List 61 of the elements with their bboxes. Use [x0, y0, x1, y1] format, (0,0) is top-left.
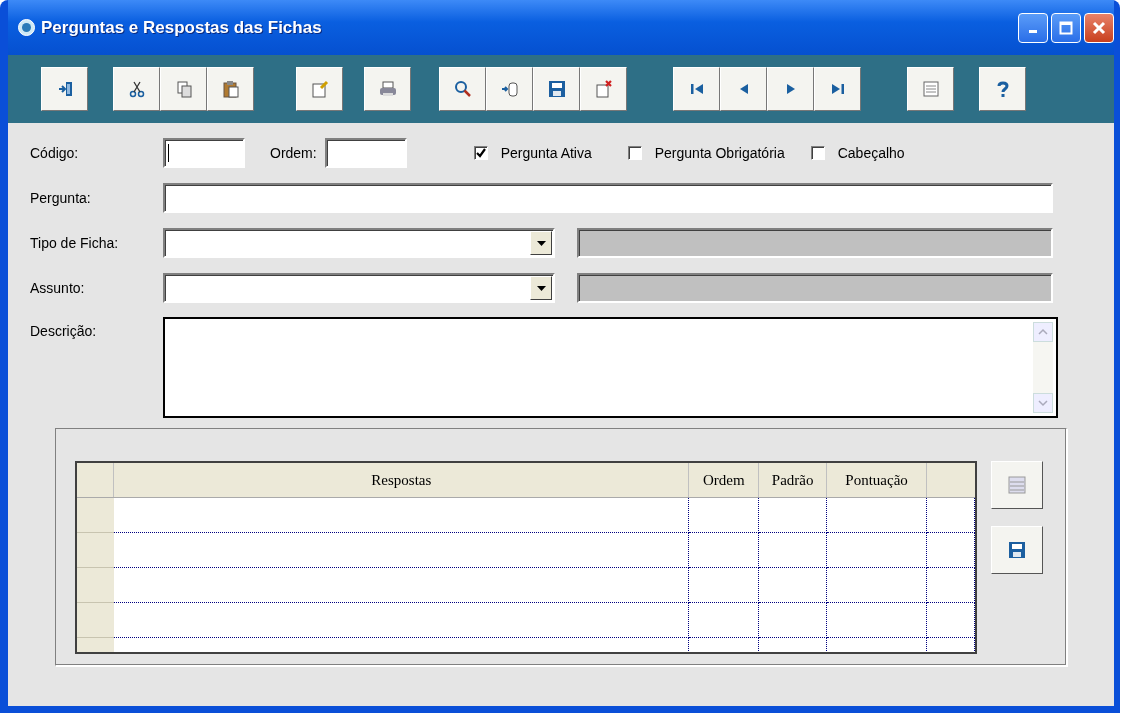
question-field[interactable] — [163, 183, 1053, 213]
field-label: Pergunta: — [30, 188, 92, 208]
floppy-disk-button[interactable] — [533, 67, 580, 111]
close-button[interactable] — [1084, 12, 1114, 43]
checkbox-label[interactable]: Pergunta Obrigatória — [654, 142, 785, 164]
checkbox[interactable] — [627, 146, 642, 160]
clipboard-icon — [221, 80, 240, 98]
minimize-icon — [1029, 30, 1037, 33]
dropdown-arrow-icon — [536, 240, 546, 246]
list-icon — [1008, 476, 1026, 494]
form-type-dropdown[interactable] — [163, 228, 555, 258]
answers-grid[interactable]: Respostas Ordem Padrão Pontuação — [75, 461, 977, 654]
dropdown-arrow-icon — [536, 285, 546, 291]
checkbox-label[interactable]: Cabeçalho — [837, 142, 905, 164]
maximize-button[interactable] — [1051, 12, 1081, 43]
printer-button[interactable] — [364, 67, 411, 111]
edit-document-icon — [310, 80, 329, 98]
scissors-icon — [127, 80, 146, 98]
search-button[interactable] — [439, 67, 486, 111]
import-icon — [500, 80, 519, 98]
delete-document-icon — [594, 80, 613, 98]
save-button[interactable] — [991, 526, 1043, 574]
copy-button[interactable] — [160, 67, 207, 111]
field-label: Código: — [30, 143, 80, 163]
checkbox-label[interactable]: Pergunta Ativa — [500, 142, 592, 164]
description-field[interactable] — [163, 317, 1058, 418]
field-label: Assunto: — [30, 278, 86, 298]
maximize-icon — [1059, 20, 1073, 35]
field-label: Tipo de Ficha: — [30, 233, 120, 253]
list-button[interactable] — [991, 461, 1043, 509]
import-button[interactable] — [486, 67, 533, 111]
delete-document-button[interactable] — [580, 67, 627, 111]
checkbox[interactable] — [810, 146, 825, 160]
field-label: Descrição: — [30, 322, 98, 341]
exit-door-button[interactable] — [41, 67, 88, 111]
column-header[interactable]: Ordem — [688, 463, 759, 497]
printer-icon — [378, 80, 397, 98]
close-icon — [1092, 20, 1106, 35]
search-icon — [453, 80, 472, 98]
column-header[interactable]: Respostas — [113, 463, 689, 497]
last-record-button[interactable] — [814, 67, 861, 111]
field-label: Ordem: — [270, 143, 317, 163]
checkbox[interactable] — [473, 146, 488, 160]
subject-dropdown[interactable] — [163, 273, 555, 303]
copy-icon — [174, 80, 193, 98]
order-field[interactable] — [324, 138, 407, 168]
previous-record-button[interactable] — [720, 67, 767, 111]
scissors-button[interactable] — [113, 67, 160, 111]
next-record-button[interactable] — [767, 67, 814, 111]
first-record-button[interactable] — [673, 67, 720, 111]
minimize-button[interactable] — [1018, 12, 1048, 43]
edit-document-button[interactable] — [296, 67, 343, 111]
table-icon — [921, 80, 940, 98]
column-header[interactable]: Pontuação — [826, 463, 927, 497]
help-button[interactable] — [979, 67, 1026, 111]
column-header[interactable]: Padrão — [758, 463, 827, 497]
app-logo-icon — [18, 19, 35, 36]
table-button[interactable] — [907, 67, 954, 111]
clipboard-button[interactable] — [207, 67, 254, 111]
window-title: Perguntas e Respostas das Fichas — [41, 16, 322, 39]
code-field[interactable] — [163, 138, 245, 168]
